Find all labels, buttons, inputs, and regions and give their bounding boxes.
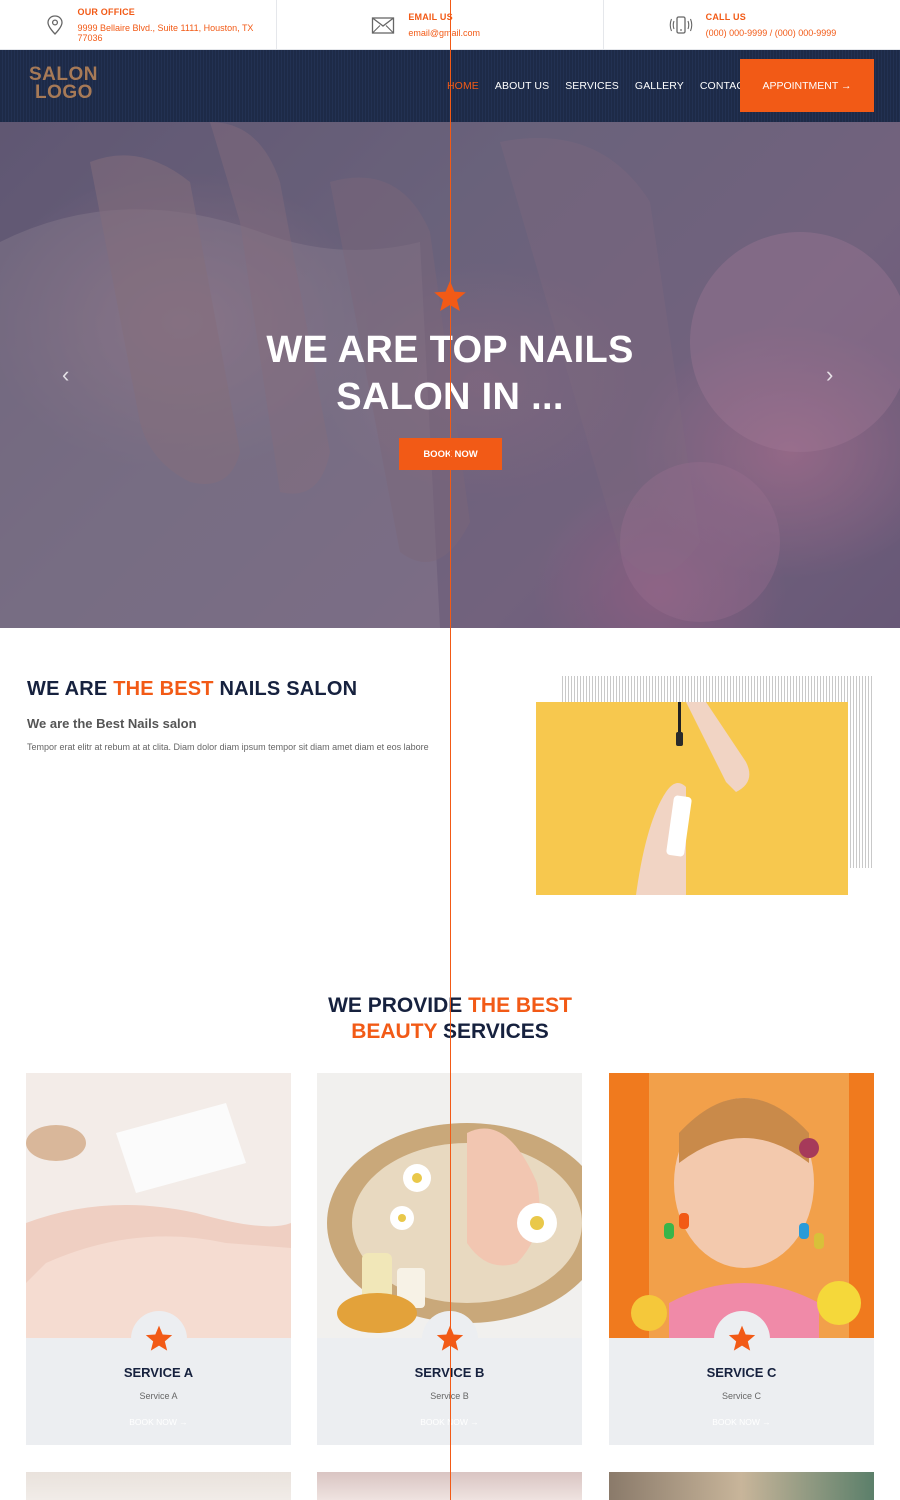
nav-about-us[interactable]: ABOUT US [495,80,549,92]
office-info: OUR OFFICE 9999 Bellaire Blvd., Suite 11… [0,0,278,49]
service-card-a[interactable]: SERVICE A Service A BOOK NOW → [26,1073,291,1445]
email-address[interactable]: email@gmail.com [408,28,480,38]
office-address: 9999 Bellaire Blvd., Suite 1111, Houston… [77,22,254,43]
email-info: EMAIL US email@gmail.com [277,0,604,49]
service-c-badge [714,1311,770,1367]
email-label: EMAIL US [408,11,453,22]
envelope-icon [370,14,396,36]
main-nav: HOME ABOUT US SERVICES GALLERY CONTACTS [447,50,774,122]
nav-home[interactable]: HOME [447,80,479,92]
salon-logo[interactable]: SALON LOGO [29,65,98,103]
about-heading-part-1: WE ARE [27,678,114,700]
service-card-d-partial[interactable] [26,1472,291,1500]
call-info: CALL US (000) 000-9999 / (000) 000-9999 [604,0,900,49]
about-heading-highlight: THE BEST [113,678,214,700]
service-a-desc: Service A [139,1391,178,1401]
service-a-badge [131,1311,187,1367]
service-a-name: SERVICE A [123,1365,194,1380]
services-heading-highlight-2: BEAUTY [351,1020,438,1043]
services-heading-highlight-1: THE BEST [468,994,572,1017]
location-pin-icon [44,14,66,36]
nav-services[interactable]: SERVICES [565,80,619,92]
service-c-desc: Service C [721,1391,761,1401]
service-a-image [26,1073,291,1338]
service-c-name: SERVICE C [706,1365,777,1380]
call-label: CALL US [705,11,746,22]
about-text: Tempor erat elitr at rebum at at clita. … [27,742,429,752]
office-label: OUR OFFICE [77,6,135,17]
slider-next-icon[interactable]: › [826,362,833,388]
about-heading: WE ARE THE BEST NAILS SALON [27,678,357,701]
service-card-f-partial[interactable] [609,1472,874,1500]
service-c-image [609,1073,874,1338]
slider-prev-icon[interactable]: ‹ [62,362,69,388]
service-card-c[interactable]: SERVICE C Service C BOOK NOW → [609,1073,874,1445]
about-subtitle: We are the Best Nails salon [27,716,197,731]
about-image [536,702,848,895]
about-heading-part-2: NAILS SALON [213,678,358,700]
nav-gallery[interactable]: GALLERY [635,80,684,92]
star-icon [728,1325,756,1351]
services-heading-part-1: WE PROVIDE [328,994,469,1017]
appointment-button[interactable]: APPOINTMENT → [740,59,874,112]
logo-line-2: LOGO [35,82,93,103]
services-heading-part-2: SERVICES [437,1020,549,1043]
service-a-book-link[interactable]: BOOK NOW → [26,1417,291,1427]
phone-icon [668,14,694,36]
center-guide-line [450,0,451,1500]
star-icon [145,1325,173,1351]
phone-numbers[interactable]: (000) 000-9999 / (000) 000-9999 [706,28,837,38]
service-c-book-link[interactable]: BOOK NOW → [609,1417,874,1427]
